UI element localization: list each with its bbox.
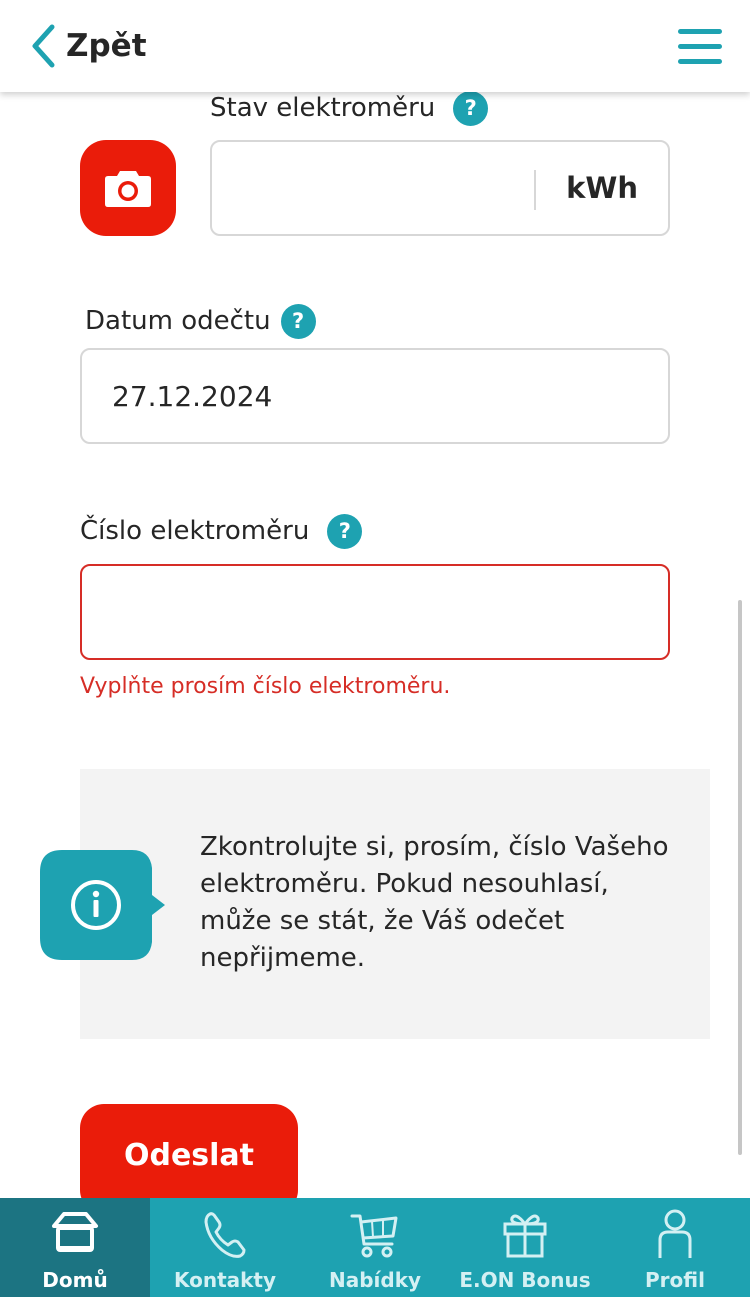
bottom-nav: Domů Kontakty Nabídky E.ON Bonus Profil xyxy=(0,1198,750,1297)
read-date-input[interactable]: 27.12.2024 xyxy=(80,348,670,444)
info-icon xyxy=(40,850,165,960)
help-icon[interactable]: ? xyxy=(280,303,316,339)
help-icon[interactable]: ? xyxy=(453,90,489,126)
info-text: Zkontrolujte si, prosím, číslo Vašeho el… xyxy=(200,832,669,973)
nav-label-offers: Nabídky xyxy=(328,1268,422,1292)
scrollbar[interactable] xyxy=(738,600,742,1155)
nav-label-contacts: Kontakty xyxy=(173,1268,277,1292)
menu-button[interactable] xyxy=(676,27,724,65)
nav-label-profile: Profil xyxy=(645,1268,705,1292)
top-bar: Zpět xyxy=(0,0,750,92)
nav-item-profile[interactable]: Profil xyxy=(600,1198,750,1297)
meter-state-input[interactable]: kWh xyxy=(210,140,670,236)
meter-state-label-text: Stav elektroměru xyxy=(210,93,436,123)
phone-icon xyxy=(204,1212,246,1258)
meter-number-error: Vyplňte prosím číslo elektroměru. xyxy=(80,674,451,699)
nav-item-home[interactable]: Domů xyxy=(0,1198,150,1297)
nav-label-bonus: E.ON Bonus xyxy=(459,1268,591,1292)
menu-bar xyxy=(678,29,722,34)
camera-button[interactable] xyxy=(80,140,176,236)
nav-item-bonus[interactable]: E.ON Bonus xyxy=(450,1198,600,1297)
home-icon xyxy=(52,1212,98,1252)
chevron-left-icon xyxy=(32,24,55,68)
read-date-label-text: Datum odečtu xyxy=(85,306,271,336)
unit-divider xyxy=(534,170,536,210)
menu-bar xyxy=(678,59,722,64)
read-date-value: 27.12.2024 xyxy=(112,379,273,413)
unit-label: kWh xyxy=(566,171,638,205)
nav-label-home: Domů xyxy=(42,1268,108,1292)
profile-icon xyxy=(658,1209,692,1258)
nav-item-contacts[interactable]: Kontakty xyxy=(150,1198,300,1297)
back-label: Zpět xyxy=(66,28,147,64)
nav-item-offers[interactable]: Nabídky xyxy=(300,1198,450,1297)
camera-icon xyxy=(105,171,151,207)
gift-icon xyxy=(503,1214,547,1258)
meter-number-input[interactable] xyxy=(80,564,670,660)
cart-icon xyxy=(350,1214,398,1258)
meter-state-label: Stav elektroměru ? xyxy=(210,90,489,126)
read-date-label: Datum odečtu ? xyxy=(85,303,316,339)
menu-bar xyxy=(678,44,722,49)
meter-number-label: Číslo elektroměru ? xyxy=(80,513,363,549)
back-button[interactable]: Zpět xyxy=(30,22,147,70)
help-icon[interactable]: ? xyxy=(327,513,363,549)
meter-number-label-text: Číslo elektroměru xyxy=(80,516,310,546)
